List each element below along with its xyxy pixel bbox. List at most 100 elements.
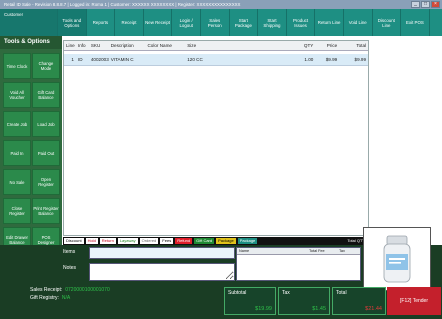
receipt-grid: Line Info SKU Description Color Name Siz… — [63, 40, 369, 236]
subtotal-box: Subtotal $19.99 — [224, 287, 276, 315]
col-sku[interactable]: SKU — [89, 41, 109, 50]
col-description[interactable]: Description — [109, 41, 146, 50]
window-title: Retail ID Sale - Revision 8.8.8.7 | Logg… — [4, 2, 241, 7]
col-qty[interactable]: QTY — [295, 41, 315, 50]
col-blank[interactable] — [243, 41, 296, 50]
status-legend: Discount Hold Return Layaway Ordered Fee… — [63, 237, 369, 245]
return-line-button[interactable]: Return Line — [315, 9, 344, 36]
open-register-button[interactable]: Open Register — [32, 169, 60, 195]
load-job-button[interactable]: Load Job — [32, 111, 60, 137]
cell-description: VITAMIN C — [110, 57, 134, 62]
legend-package-2: Package — [237, 238, 258, 244]
no-sale-button[interactable]: No Sale — [3, 169, 31, 195]
legend-return: Return — [99, 238, 116, 244]
maximize-button[interactable]: □ — [421, 1, 430, 8]
tools-and-options-button[interactable]: Tools and Options — [58, 9, 87, 36]
gift-registry-line: Gift Registry: N/A — [30, 294, 110, 302]
minimize-button[interactable]: _ — [411, 1, 420, 8]
sales-receipt-label: Sales Receipt: — [30, 287, 63, 293]
sales-receipt-line: Sales Receipt: 0720000100001070 — [30, 286, 110, 294]
notes-input[interactable] — [89, 263, 235, 281]
cell-color-name — [145, 54, 185, 65]
new-receipt-button[interactable]: New Receipt — [144, 9, 173, 36]
cell-price: $9.99 — [325, 57, 338, 62]
time-clock-button[interactable]: Time Clock — [3, 53, 31, 79]
subtotal-value: $19.99 — [255, 306, 272, 312]
paid-in-button[interactable]: Paid In — [3, 140, 31, 166]
gift-registry-value: N/A — [61, 295, 71, 301]
notes-field-row: Notes — [63, 263, 235, 281]
discount-line-button[interactable]: Discount Line — [373, 9, 402, 36]
sales-person-button[interactable]: Sales Person — [201, 9, 230, 36]
col-total[interactable]: Total — [339, 41, 368, 50]
gift-registry-label: Gift Registry: — [30, 295, 59, 301]
table-row[interactable]: 1 ID 40020031... VITAMIN C 120 CC 1.00 $… — [64, 54, 368, 66]
legend-discount: Discount — [64, 238, 84, 244]
change-mode-button[interactable]: Change Mode — [32, 53, 60, 79]
sales-receipt-value: 0720000100001070 — [65, 287, 110, 293]
tax-box: Tax $1.45 — [278, 287, 330, 315]
fees-table: Name Total Fee Tax — [236, 247, 361, 281]
tender-button[interactable]: [F12] Tender — [387, 287, 441, 315]
product-image — [363, 227, 431, 291]
cell-blank — [243, 54, 296, 65]
cell-sku: 40020031... — [90, 57, 109, 62]
col-size[interactable]: Size — [185, 41, 243, 50]
tools-options-title: Tools & Options — [0, 36, 62, 49]
items-label: Items — [63, 249, 76, 255]
receipt-button[interactable]: Receipt — [115, 9, 144, 36]
cell-line: 1 — [71, 57, 74, 62]
legend-package: Package — [216, 238, 236, 244]
tools-options-panel: Tools & Options Time Clock Change Mode V… — [0, 36, 62, 254]
start-shipping-button[interactable]: Start Shipping — [258, 9, 287, 36]
reports-button[interactable]: Reports — [87, 9, 116, 36]
fees-col-total-fee: Total Fee — [309, 249, 325, 253]
close-button[interactable]: × — [431, 1, 440, 8]
left-panel-fill — [0, 254, 62, 284]
customer-button[interactable]: Customer — [0, 9, 58, 36]
cell-qty: 1.00 — [304, 57, 314, 62]
legend-ordered: Ordered — [139, 238, 159, 244]
subtotal-label: Subtotal — [228, 290, 247, 296]
print-register-balance-button[interactable]: Print Register Balance — [32, 198, 60, 224]
total-box: Total $21.44 — [332, 287, 386, 315]
legend-layaway: Layaway — [117, 238, 138, 244]
notes-label: Notes — [63, 265, 77, 271]
items-input[interactable] — [89, 247, 235, 259]
void-line-button[interactable]: Void Line — [344, 9, 373, 36]
cell-size: 120 CC — [187, 57, 203, 62]
login-logout-button[interactable]: Login / Logout — [172, 9, 201, 36]
paid-out-button[interactable]: Paid Out — [32, 140, 60, 166]
fees-col-tax: Tax — [339, 249, 345, 253]
void-all-voucher-button[interactable]: Void All Voucher — [3, 82, 31, 108]
legend-fees: Fees — [160, 238, 174, 244]
cell-total: $9.99 — [354, 57, 367, 62]
tax-label: Tax — [282, 290, 290, 296]
product-issues-button[interactable]: Product Issues — [287, 9, 316, 36]
sales-info: Sales Receipt: 0720000100001070 Gift Regi… — [30, 286, 110, 302]
col-price[interactable]: Price — [315, 41, 339, 50]
fees-col-name: Name — [239, 249, 250, 253]
legend-gift-card: Gift Card — [194, 238, 215, 244]
main-toolbar: Customer Tools and Options Reports Recei… — [0, 9, 442, 36]
close-register-button[interactable]: Close Register — [3, 198, 31, 224]
legend-hold: Hold — [85, 238, 98, 244]
tax-value: $1.45 — [312, 306, 326, 312]
items-field-row: Items — [63, 247, 235, 261]
legend-refund: Refund — [175, 238, 193, 244]
window-titlebar: Retail ID Sale - Revision 8.8.8.7 | Logg… — [0, 0, 442, 9]
create-job-button[interactable]: Create Job — [3, 111, 31, 137]
exit-pos-button[interactable]: Exit POS — [401, 9, 430, 36]
vitamin-bottle-icon — [383, 235, 411, 283]
window-controls: _ □ × — [411, 1, 440, 8]
col-info[interactable]: Info — [76, 41, 89, 50]
cell-info: ID — [77, 57, 83, 62]
start-package-button[interactable]: Start Package — [230, 9, 259, 36]
fees-table-header: Name Total Fee Tax — [237, 248, 360, 255]
total-value: $21.44 — [365, 306, 382, 312]
total-label: Total — [336, 290, 347, 296]
grid-header: Line Info SKU Description Color Name Siz… — [64, 41, 368, 51]
col-color-name[interactable]: Color Name — [145, 41, 185, 50]
gift-card-balance-button[interactable]: Gift Card Balance — [32, 82, 60, 108]
col-line[interactable]: Line — [64, 41, 76, 50]
